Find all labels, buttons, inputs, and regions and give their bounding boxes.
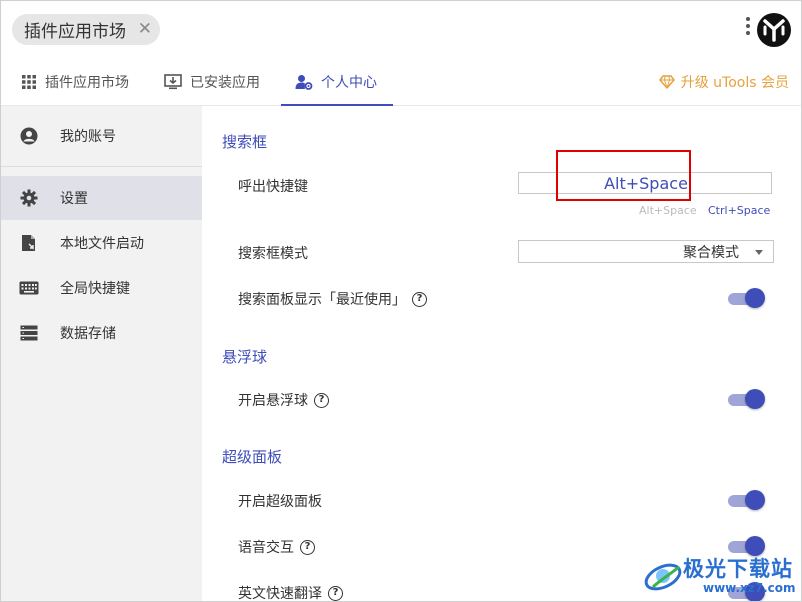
sidebar-divider [1,166,202,167]
watermark: 极光下载站 www.xz7.com [641,549,801,601]
user-settings-icon [295,75,313,90]
sidebar-item-label: 本地文件启动 [60,236,144,252]
more-menu-icon[interactable] [745,17,751,41]
watermark-url: www.xz7.com [703,581,796,595]
sidebar-item-settings[interactable]: 设置 [1,176,202,220]
hotkey-label: 呼出快捷键 [238,179,308,195]
sidebar-item-shortcuts[interactable]: 全局快捷键 [1,266,202,310]
section-title-search: 搜索框 [222,133,268,151]
chevron-down-icon [755,250,763,255]
highlight-box [556,150,691,201]
search-text: 插件应用市场 [24,22,126,42]
translate-row: 英文快速翻译 ? [238,583,343,602]
recent-used-label: 搜索面板显示「最近使用」 [238,292,406,308]
tab-label: 已安装应用 [190,75,260,91]
sidebar-item-label: 我的账号 [60,129,116,145]
help-icon[interactable]: ? [412,291,427,307]
search-input[interactable]: 插件应用市场 ✕ [12,14,160,45]
utools-logo-icon[interactable] [756,12,792,48]
float-ball-label: 开启悬浮球 [238,393,308,409]
search-mode-select[interactable]: 聚合模式 [518,240,774,263]
upgrade-button[interactable]: 升级 uTools 会员 [658,59,789,105]
sidebar: 我的账号 设置 本地文件启动 全局快捷键 数据存储 [1,106,202,601]
tab-label: 个人中心 [321,75,377,91]
tab-plugin-market[interactable]: 插件应用市场 [21,59,129,105]
search-mode-label: 搜索框模式 [238,246,308,262]
recent-used-row: 搜索面板显示「最近使用」 ? [238,289,427,309]
translate-label: 英文快速翻译 [238,586,322,602]
super-panel-label: 开启超级面板 [238,494,322,510]
keyboard-icon [19,278,39,298]
float-ball-toggle[interactable] [728,389,766,409]
installed-icon [164,74,182,90]
settings-panel: 搜索框 呼出快捷键 Alt+Space Alt+Space Ctrl+Space… [202,106,801,601]
help-icon[interactable]: ? [300,539,315,555]
hotkey-preset-ctrl[interactable]: Ctrl+Space [708,204,770,217]
account-icon [19,126,39,146]
hotkey-preset-alt[interactable]: Alt+Space [639,204,697,217]
float-ball-row: 开启悬浮球 ? [238,390,329,410]
local-file-icon [19,233,39,253]
upgrade-label: 升级 uTools 会员 [680,75,789,91]
watermark-text: 极光下载站 [683,557,793,581]
super-panel-toggle[interactable] [728,490,766,510]
top-bar: 插件应用市场 ✕ [1,1,801,59]
tab-label: 插件应用市场 [45,75,129,91]
sidebar-item-label: 全局快捷键 [60,281,130,297]
help-icon[interactable]: ? [314,392,329,408]
section-title-float: 悬浮球 [222,348,268,366]
watermark-logo-icon [644,563,682,591]
sidebar-item-account[interactable]: 我的账号 [1,114,202,158]
close-icon[interactable]: ✕ [138,20,152,38]
sidebar-item-label: 设置 [60,191,88,207]
diamond-icon [658,75,675,89]
sidebar-item-label: 数据存储 [60,326,116,342]
voice-label: 语音交互 [238,540,294,556]
voice-row: 语音交互 ? [238,537,315,557]
sidebar-item-local-file[interactable]: 本地文件启动 [1,221,202,265]
tab-bar: 插件应用市场 已安装应用 个人中心 升级 uTools 会员 [1,59,801,106]
storage-icon [19,323,39,343]
sidebar-item-storage[interactable]: 数据存储 [1,311,202,355]
section-title-super-panel: 超级面板 [222,448,283,466]
grid-icon [22,75,36,89]
help-icon[interactable]: ? [328,585,343,601]
gear-icon [19,188,39,208]
tab-personal-center[interactable]: 个人中心 [281,59,393,106]
app-window: 插件应用市场 ✕ 插件应用市场 已安装应用 个人中心 升级 uTools 会员 … [0,0,802,602]
recent-used-toggle[interactable] [728,288,766,308]
tab-installed[interactable]: 已安装应用 [164,59,260,105]
search-mode-value: 聚合模式 [683,244,739,261]
